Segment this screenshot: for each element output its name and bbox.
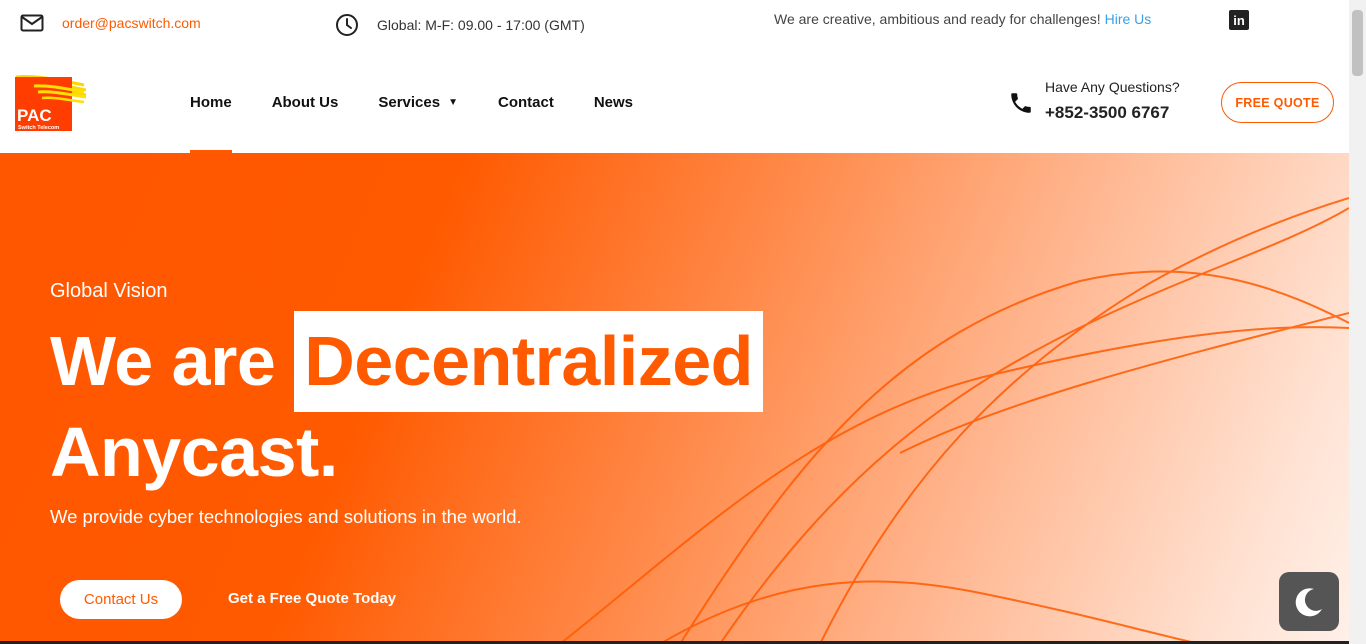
- phone-number[interactable]: +852-3500 6767: [1045, 103, 1169, 123]
- hero-kicker: Global Vision: [50, 280, 168, 302]
- phone-icon: [1011, 93, 1031, 113]
- scrollbar[interactable]: [1349, 0, 1366, 644]
- dark-mode-toggle[interactable]: [1279, 572, 1339, 631]
- free-quote-link[interactable]: Get a Free Quote Today: [228, 590, 396, 607]
- nav-item-about[interactable]: About Us: [272, 52, 339, 153]
- nav-label: About Us: [271, 94, 339, 111]
- logo-subtext: Switch Telecom: [18, 125, 59, 131]
- hours-text: Global: M-F: 09.00 - 17:00 (GMT): [377, 17, 585, 33]
- moon-icon: [1295, 587, 1322, 616]
- hire-us-link[interactable]: Hire Us: [1105, 11, 1152, 27]
- scrollbar-thumb[interactable]: [1352, 10, 1363, 76]
- site-header: PAC Switch Telecom Home About Us Service…: [0, 52, 1349, 153]
- email-text[interactable]: order@pacswitch.com: [62, 15, 201, 31]
- top-bar: order@pacswitch.com Global: M-F: 09.00 -…: [0, 0, 1349, 52]
- nav-label: News: [593, 94, 634, 111]
- nav-item-news[interactable]: News: [594, 52, 633, 153]
- logo-text: PAC: [17, 106, 52, 125]
- headline-part1: We are: [50, 322, 276, 400]
- tagline: We are creative, ambitious and ready for…: [774, 11, 1151, 27]
- question-label: Have Any Questions?: [1045, 79, 1180, 95]
- headline-highlight: Decentralized: [294, 311, 763, 412]
- nav-item-services[interactable]: Services ▼: [378, 52, 458, 153]
- main-nav: Home About Us Services ▼ Contact News: [190, 52, 673, 153]
- nav-item-contact[interactable]: Contact: [498, 52, 554, 153]
- nav-label: Home: [190, 94, 232, 111]
- linkedin-icon[interactable]: in: [1229, 10, 1249, 30]
- nav-label: Contact: [498, 94, 554, 111]
- hero-headline: We are Decentralized Anycast.: [50, 311, 763, 492]
- email-link[interactable]: order@pacswitch.com: [20, 13, 201, 33]
- logo[interactable]: PAC Switch Telecom: [14, 73, 86, 133]
- nav-item-home[interactable]: Home: [190, 52, 232, 153]
- clock-icon: [336, 14, 358, 36]
- mail-icon: [20, 14, 44, 32]
- hero-section: Global Vision We are Decentralized Anyca…: [0, 153, 1349, 644]
- tagline-text: We are creative, ambitious and ready for…: [774, 11, 1101, 27]
- headline-part2: Anycast.: [50, 413, 338, 491]
- nav-label: Services: [378, 94, 441, 111]
- free-quote-button[interactable]: FREE QUOTE: [1221, 82, 1334, 123]
- hours-info: Global: M-F: 09.00 - 17:00 (GMT): [335, 13, 585, 37]
- contact-us-button[interactable]: Contact Us: [60, 580, 182, 619]
- hero-subtitle: We provide cyber technologies and soluti…: [50, 506, 522, 527]
- caret-down-icon: ▼: [448, 97, 458, 108]
